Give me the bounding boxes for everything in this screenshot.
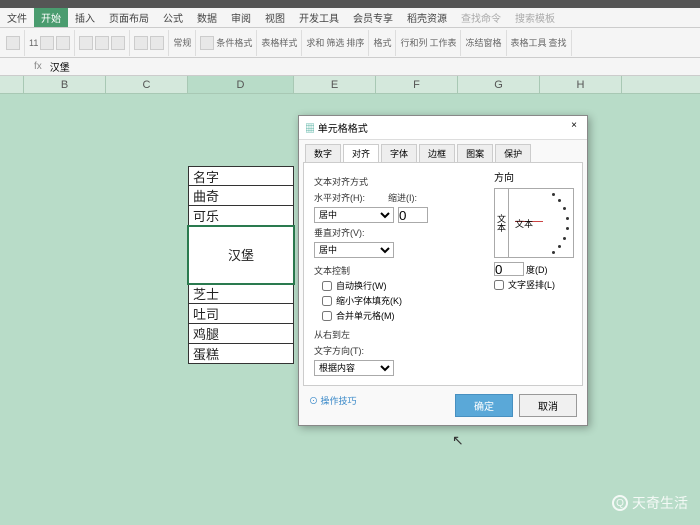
bold-icon[interactable]: [40, 36, 54, 50]
italic-icon[interactable]: [56, 36, 70, 50]
dialog-title: ▦ 单元格格式: [305, 120, 368, 135]
v-align-select[interactable]: 居中: [314, 242, 394, 258]
stack-checkbox[interactable]: 文字竖排(L): [494, 278, 574, 291]
col-header-C[interactable]: C: [106, 76, 188, 93]
align-center-icon[interactable]: [95, 36, 109, 50]
search-template[interactable]: 搜索模板: [508, 8, 562, 27]
align-left-icon[interactable]: [79, 36, 93, 50]
mouse-cursor-icon: ↖: [452, 432, 464, 449]
ribbon: 11 常规 条件格式 表格样式 求和筛选排序 格式 行和列工作表 冻结窗格 表格…: [0, 28, 700, 58]
filter-label[interactable]: 筛选: [326, 36, 344, 49]
tab-start[interactable]: 开始: [34, 8, 68, 27]
cell-cheese[interactable]: 芝士: [188, 284, 294, 304]
col-header-F[interactable]: F: [376, 76, 458, 93]
main-tabs: 文件 开始 插入 页面布局 公式 数据 审阅 视图 开发工具 会员专享 稻壳资源…: [0, 8, 700, 28]
paste-icon[interactable]: [6, 36, 20, 50]
tab-page[interactable]: 页面布局: [102, 8, 156, 27]
formula-bar: fx 汉堡: [0, 58, 700, 76]
tab-insert[interactable]: 插入: [68, 8, 102, 27]
cell-name[interactable]: 名字: [188, 166, 294, 186]
indent-label: 缩进(I):: [388, 191, 428, 204]
search-hint[interactable]: 查找命令: [454, 8, 508, 27]
cell-burger[interactable]: 汉堡: [188, 226, 294, 284]
dlg-tab-fill[interactable]: 图案: [457, 144, 493, 162]
dlg-tab-border[interactable]: 边框: [419, 144, 455, 162]
indent-input[interactable]: [398, 207, 428, 223]
dlg-tab-number[interactable]: 数字: [305, 144, 341, 162]
number-format[interactable]: 常规: [173, 36, 191, 49]
tools-label[interactable]: 表格工具: [511, 36, 547, 49]
dialog-tabs: 数字 对齐 字体 边框 图案 保护: [299, 140, 587, 162]
table-style-label[interactable]: 表格样式: [261, 36, 297, 49]
text-dir-select[interactable]: 根据内容: [314, 360, 394, 376]
cell-cake[interactable]: 蛋糕: [188, 344, 294, 364]
cell-cookie[interactable]: 曲奇: [188, 186, 294, 206]
format-cells-dialog: ▦ 单元格格式 × 数字 对齐 字体 边框 图案 保护 文本对齐方式 水平对齐(…: [298, 115, 588, 426]
section-rtl: 从右到左: [314, 328, 572, 341]
ok-button[interactable]: 确定: [455, 394, 513, 417]
col-header-H[interactable]: H: [540, 76, 622, 93]
select-all-corner[interactable]: [0, 76, 24, 93]
sort-label[interactable]: 排序: [346, 36, 364, 49]
cond-format-label: 条件格式: [216, 36, 252, 49]
cell-chicken[interactable]: 鸡腿: [188, 324, 294, 344]
tab-formula[interactable]: 公式: [156, 8, 190, 27]
cond-format-icon[interactable]: [200, 36, 214, 50]
dlg-tab-protect[interactable]: 保护: [495, 144, 531, 162]
formula-input[interactable]: 汉堡: [46, 59, 74, 74]
tab-view[interactable]: 视图: [258, 8, 292, 27]
orientation-label: 方向: [494, 169, 574, 184]
merge-icon[interactable]: [134, 36, 148, 50]
cell-cola[interactable]: 可乐: [188, 206, 294, 226]
col-header-B[interactable]: B: [24, 76, 106, 93]
h-align-select[interactable]: 居中: [314, 207, 394, 223]
col-header-D[interactable]: D: [188, 76, 294, 93]
watermark: Q 天奇生活: [612, 493, 688, 513]
orient-vertical-text: 文本: [495, 189, 509, 257]
cancel-button[interactable]: 取消: [519, 394, 577, 417]
col-header-E[interactable]: E: [294, 76, 376, 93]
dlg-tab-align[interactable]: 对齐: [343, 144, 379, 162]
font-size[interactable]: 11: [29, 38, 38, 48]
shrink-checkbox[interactable]: 缩小字体填充(K): [322, 294, 572, 307]
orient-horizontal-text: 文本: [515, 217, 533, 230]
column-headers: B C D E F G H: [0, 76, 700, 94]
data-column: 名字 曲奇 可乐 汉堡 芝士 吐司 鸡腿 蛋糕: [188, 166, 294, 364]
tab-review[interactable]: 审阅: [224, 8, 258, 27]
sum-label[interactable]: 求和: [306, 36, 324, 49]
tab-member[interactable]: 会员专享: [346, 8, 400, 27]
spreadsheet-grid[interactable]: B C D E F G H 名字 曲奇 可乐 汉堡 芝士 吐司 鸡腿 蛋糕: [0, 76, 700, 94]
tab-pdf[interactable]: 稻壳资源: [400, 8, 454, 27]
h-align-label: 水平对齐(H):: [314, 191, 384, 204]
align-right-icon[interactable]: [111, 36, 125, 50]
format-label[interactable]: 格式: [373, 36, 391, 49]
col-header-G[interactable]: G: [458, 76, 540, 93]
merge-checkbox[interactable]: 合并单元格(M): [322, 309, 572, 322]
v-align-label: 垂直对齐(V):: [314, 226, 384, 239]
degree-label: 度(D): [526, 263, 548, 276]
freeze-label[interactable]: 冻结窗格: [465, 36, 501, 49]
tips-link[interactable]: ⊙ 操作技巧: [309, 394, 357, 417]
cell-toast[interactable]: 吐司: [188, 304, 294, 324]
dlg-tab-font[interactable]: 字体: [381, 144, 417, 162]
close-icon[interactable]: ×: [567, 120, 581, 135]
rowcol-label[interactable]: 行和列: [400, 36, 427, 49]
find-label[interactable]: 查找: [549, 36, 567, 49]
degree-input[interactable]: [494, 262, 524, 276]
window-titlebar: [0, 0, 700, 8]
tab-data[interactable]: 数据: [190, 8, 224, 27]
fx-icon[interactable]: fx: [30, 61, 46, 72]
wrap-icon[interactable]: [150, 36, 164, 50]
text-dir-label: 文字方向(T):: [314, 344, 384, 357]
orientation-preview[interactable]: 文本 文本: [494, 188, 574, 258]
tab-dev[interactable]: 开发工具: [292, 8, 346, 27]
watermark-icon: Q: [612, 495, 628, 511]
tab-file[interactable]: 文件: [0, 8, 34, 27]
sheet-label[interactable]: 工作表: [429, 36, 456, 49]
